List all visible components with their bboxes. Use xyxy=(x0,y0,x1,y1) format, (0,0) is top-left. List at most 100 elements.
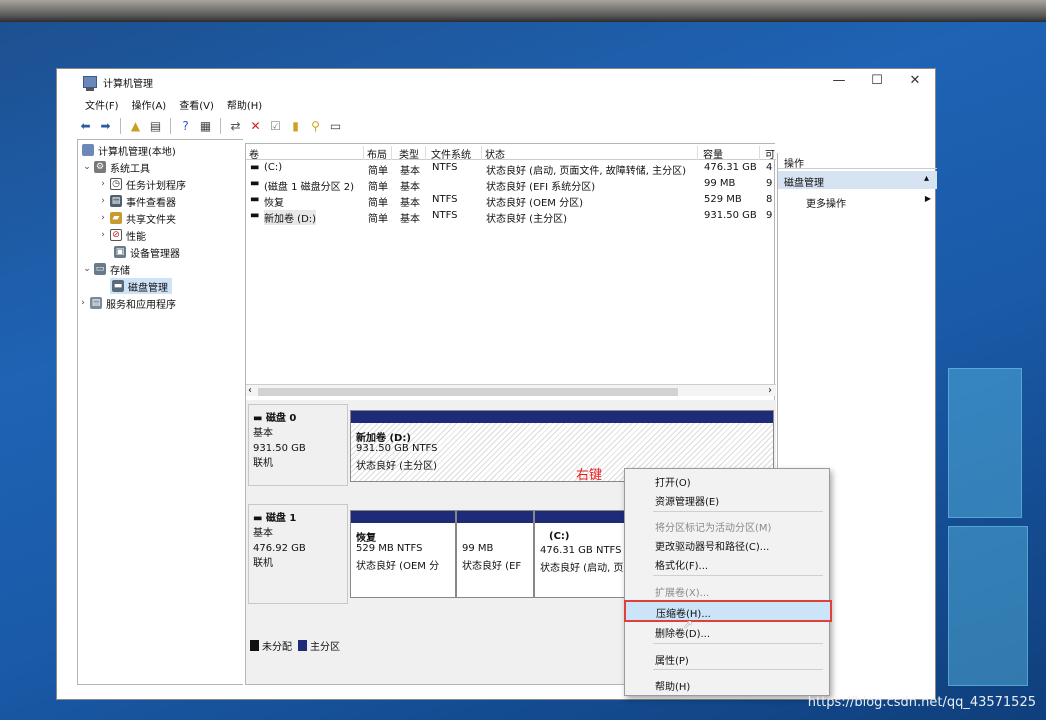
chevron-right-icon[interactable]: › xyxy=(98,230,108,240)
disk-icon: ▬ xyxy=(253,413,266,424)
scrollbar-thumb[interactable] xyxy=(258,388,678,396)
column-header-filesystem[interactable]: 文件系统 xyxy=(428,146,482,161)
context-item-delete-volume[interactable]: 删除卷(D)... xyxy=(625,622,829,640)
delete-icon[interactable]: ✕ xyxy=(247,118,264,134)
back-arrow-icon[interactable]: ⬅ xyxy=(77,118,94,134)
up-folder-icon[interactable]: ▲ xyxy=(127,118,144,134)
menu-file[interactable]: 文件(F) xyxy=(85,97,119,112)
check-icon[interactable]: ☑ xyxy=(267,118,284,134)
submenu-arrow-icon: ▶ xyxy=(924,194,931,203)
chevron-right-icon[interactable]: › xyxy=(78,298,88,308)
cell-filesystem: NTFS xyxy=(432,162,458,173)
menu-view[interactable]: 查看(V) xyxy=(179,97,214,112)
menu-action[interactable]: 操作(A) xyxy=(132,97,167,112)
tree-item-event-viewer[interactable]: › ▤ 事件查看器 xyxy=(98,193,176,209)
column-header-status[interactable]: 状态 xyxy=(482,146,698,161)
properties-icon[interactable]: ▮ xyxy=(287,118,304,134)
table-row[interactable]: ▬ (磁盘 1 磁盘分区 2) 简单 基本 状态良好 (EFI 系统分区) 99… xyxy=(246,178,776,194)
disk-status: 联机 xyxy=(253,458,273,469)
context-item-shrink-volume[interactable]: 压缩卷(H)... xyxy=(624,600,832,622)
close-button[interactable]: ✕ xyxy=(905,73,925,88)
chevron-right-icon[interactable]: › xyxy=(98,179,108,189)
disk-0-label[interactable]: ▬ 磁盘 0 基本 931.50 GB 联机 xyxy=(248,404,348,486)
title-bar[interactable]: 计算机管理 — ☐ ✕ xyxy=(57,69,935,95)
event-viewer-icon: ▤ xyxy=(110,195,122,207)
column-header-volume[interactable]: 卷 xyxy=(246,146,364,161)
scroll-left-icon[interactable]: ‹ xyxy=(248,385,252,396)
table-row[interactable]: ▬ (C:) 简单 基本 NTFS 状态良好 (启动, 页面文件, 故障转储, … xyxy=(246,162,776,178)
column-header-capacity[interactable]: 容量 xyxy=(700,146,760,161)
tree-item-performance[interactable]: › ⊘ 性能 xyxy=(98,227,146,243)
cell-status: 状态良好 (OEM 分区) xyxy=(486,198,583,209)
cell-layout: 简单 xyxy=(368,198,388,209)
connect-icon[interactable]: ⇄ xyxy=(227,118,244,134)
context-item-open[interactable]: 打开(O) xyxy=(625,471,829,489)
context-menu-separator xyxy=(653,575,823,576)
tree-item-system-tools[interactable]: ⌄ ⚙ 系统工具 xyxy=(82,159,150,175)
forward-arrow-icon[interactable]: ➡ xyxy=(97,118,114,134)
tree-item-label: 共享文件夹 xyxy=(126,214,176,226)
tree-item-shared-folders[interactable]: › ▰ 共享文件夹 xyxy=(98,210,176,226)
console-tree-icon[interactable]: ▦ xyxy=(197,118,214,134)
watermark: https://blog.csdn.net/qq_43571525 xyxy=(807,695,1036,710)
cell-status: 状态良好 (EFI 系统分区) xyxy=(486,182,596,193)
context-item-format[interactable]: 格式化(F)... xyxy=(625,554,829,572)
context-item-change-drive-letter[interactable]: 更改驱动器号和路径(C)... xyxy=(625,535,829,553)
tree-item-device-manager[interactable]: ▣ 设备管理器 xyxy=(112,244,180,260)
collapse-up-icon[interactable]: ▴ xyxy=(924,173,929,184)
help-icon[interactable]: ? xyxy=(177,118,194,134)
cell-layout: 简单 xyxy=(368,166,388,177)
show-hide-tree-icon[interactable]: ▤ xyxy=(147,118,164,134)
disk-size: 476.92 GB xyxy=(253,543,306,554)
context-item-help[interactable]: 帮助(H) xyxy=(625,675,829,693)
cell-layout: 简单 xyxy=(368,182,388,193)
chevron-down-icon[interactable]: ⌄ xyxy=(82,264,92,274)
minimize-button[interactable]: — xyxy=(829,73,849,88)
tree-item-computer-management[interactable]: 计算机管理(本地) xyxy=(80,142,176,158)
disk-1-label[interactable]: ▬ 磁盘 1 基本 476.92 GB 联机 xyxy=(248,504,348,604)
more-actions-item[interactable]: 更多操作 ▶ xyxy=(778,193,937,210)
cell-status: 状态良好 (启动, 页面文件, 故障转储, 主分区) xyxy=(486,166,687,177)
search-icon[interactable]: ⚲ xyxy=(307,118,324,134)
chevron-right-icon[interactable]: › xyxy=(98,213,108,223)
column-header-free[interactable]: 可 xyxy=(762,146,776,161)
more-actions-label: 更多操作 xyxy=(806,199,846,210)
table-row[interactable]: ▬ 新加卷 (D:) 简单 基本 NTFS 状态良好 (主分区) 931.50 … xyxy=(246,210,776,226)
cell-volume: 新加卷 (D:) xyxy=(264,210,317,225)
actions-section-disk-management[interactable]: 磁盘管理 ▴ xyxy=(778,171,937,189)
partition-recovery[interactable]: 恢复 529 MB NTFS 状态良好 (OEM 分 xyxy=(350,510,456,598)
legend-swatch-primary xyxy=(298,640,307,651)
partition-efi[interactable]: 99 MB 状态良好 (EF xyxy=(456,510,534,598)
disk-name: ▬ 磁盘 1 xyxy=(253,511,347,526)
cell-layout: 简单 xyxy=(368,214,388,225)
tree-item-disk-management[interactable]: ▬ 磁盘管理 xyxy=(110,278,172,294)
clock-icon: ◷ xyxy=(110,178,122,190)
cell-capacity: 476.31 GB xyxy=(704,162,757,173)
shared-folder-icon: ▰ xyxy=(110,212,122,224)
scroll-right-icon[interactable]: › xyxy=(768,385,772,396)
partition-title: (C:) xyxy=(549,531,570,542)
menu-help[interactable]: 帮助(H) xyxy=(227,97,262,112)
disk-type: 基本 xyxy=(253,428,273,439)
tree-item-services-applications[interactable]: › ▤ 服务和应用程序 xyxy=(78,295,176,311)
horizontal-scrollbar[interactable]: ‹ › xyxy=(246,384,776,396)
partition-title: 新加卷 (D:) xyxy=(356,433,411,444)
cell-capacity: 931.50 GB xyxy=(704,210,757,221)
tree-item-task-scheduler[interactable]: › ◷ 任务计划程序 xyxy=(98,176,186,192)
tree-item-storage[interactable]: ⌄ ▭ 存储 xyxy=(82,261,130,277)
maximize-button[interactable]: ☐ xyxy=(867,73,887,88)
right-click-annotation: 右键 xyxy=(576,468,603,483)
column-header-layout[interactable]: 布局 xyxy=(364,146,392,161)
volume-drive-icon: ▬ xyxy=(250,178,260,189)
volume-drive-icon: ▬ xyxy=(250,162,260,173)
view-icon[interactable]: ▭ xyxy=(327,118,344,134)
mouse-cursor-icon: ➚ xyxy=(683,617,694,631)
table-row[interactable]: ▬ 恢复 简单 基本 NTFS 状态良好 (OEM 分区) 529 MB 8 xyxy=(246,194,776,210)
chevron-right-icon[interactable]: › xyxy=(98,196,108,206)
partition-size: 931.50 GB NTFS xyxy=(356,443,438,454)
context-item-explorer[interactable]: 资源管理器(E) xyxy=(625,490,829,508)
column-header-type[interactable]: 类型 xyxy=(396,146,426,161)
context-item-properties[interactable]: 属性(P) xyxy=(625,649,829,667)
chevron-down-icon[interactable]: ⌄ xyxy=(82,162,92,172)
cell-free: 9 xyxy=(766,210,773,221)
